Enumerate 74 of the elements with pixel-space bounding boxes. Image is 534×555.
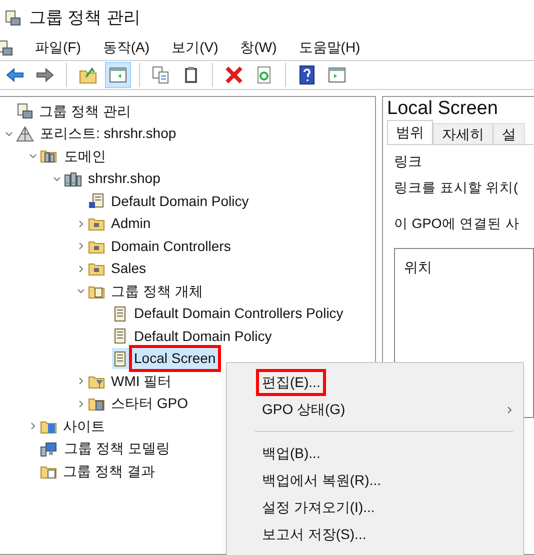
tree-item[interactable]: 그룹 정책 관리	[37, 100, 133, 122]
servers-icon	[40, 148, 58, 164]
tab[interactable]: 설	[493, 123, 525, 144]
folder-icon	[88, 284, 105, 299]
expand-chevron-icon[interactable]	[29, 422, 37, 430]
folder-icon	[88, 261, 105, 276]
folder-up-icon	[78, 65, 98, 85]
tree-item[interactable]: WMI 필터	[109, 370, 174, 392]
report-folder-icon	[40, 464, 57, 479]
servers-icon	[64, 170, 82, 187]
scroll-icon	[112, 350, 128, 367]
action-pane-icon	[327, 65, 347, 85]
expand-chevron-icon[interactable]	[77, 377, 85, 386]
expand-chevron-icon[interactable]	[77, 400, 85, 408]
tree-item[interactable]: Sales	[109, 258, 148, 280]
tree-item[interactable]: Admin	[109, 213, 153, 234]
menu-item[interactable]: 백업에서 복원(R)...	[259, 470, 384, 491]
tree-item[interactable]: shrshr.shop	[86, 168, 162, 190]
folder-icon	[88, 238, 105, 254]
collapse-chevron-icon[interactable]	[29, 152, 37, 160]
expand-chevron-icon[interactable]	[77, 242, 85, 250]
filter-folder-icon	[88, 374, 105, 389]
copy-icon	[151, 65, 171, 85]
forward-arrow-icon	[35, 65, 55, 85]
menu-item[interactable]: 편집(E)...	[259, 372, 324, 393]
collapse-chevron-icon[interactable]	[5, 130, 13, 138]
menu-item[interactable]: 보기(V)	[172, 37, 218, 58]
folder-icon	[88, 216, 105, 232]
tree-item[interactable]: 포리스트: shrshr.shop	[38, 123, 178, 144]
expand-chevron-icon[interactable]	[77, 264, 85, 273]
tab[interactable]: 자세히	[433, 123, 493, 144]
menu-item[interactable]: 동작(A)	[102, 37, 150, 58]
section-heading: 링크	[394, 152, 423, 171]
back-arrow-icon	[5, 65, 25, 85]
tree-item[interactable]: 사이트	[61, 416, 107, 437]
tree-item[interactable]: 스타터 GPO	[109, 393, 190, 414]
console-icon	[0, 40, 13, 56]
menu-item[interactable]: 도움말(H)	[298, 37, 360, 58]
site-folder-icon	[40, 418, 57, 434]
field-label: 이 GPO에 연결된 사	[394, 215, 520, 233]
toolbar-button[interactable]	[105, 62, 131, 88]
menu-item[interactable]: GPO 상태(G)	[259, 399, 348, 420]
console-tree-icon	[108, 65, 128, 85]
window-title: 그룹 정책 관리	[29, 6, 140, 29]
menu-item[interactable]: 백업(B)...	[259, 443, 324, 464]
folder-icon	[88, 396, 105, 412]
pane-title: Local Screen	[387, 97, 499, 121]
tree-item[interactable]: 도메인	[62, 146, 108, 167]
delete-icon	[224, 65, 244, 85]
tab[interactable]: 범위	[387, 120, 433, 144]
field-label: 링크를 표시할 위치(	[394, 179, 519, 197]
collapse-chevron-icon[interactable]	[53, 174, 61, 183]
tree-item[interactable]: Domain Controllers	[109, 236, 233, 257]
tree-item[interactable]: Default Domain Controllers Policy	[132, 303, 346, 324]
tree-item[interactable]: 그룹 정책 결과	[61, 460, 157, 482]
tree-item[interactable]: 그룹 정책 모델링	[62, 438, 172, 460]
help-icon	[297, 65, 317, 85]
triangle-icon	[16, 126, 34, 142]
column-header[interactable]: 위치	[404, 259, 432, 275]
tree-item[interactable]: Default Domain Policy	[109, 190, 251, 212]
scroll-icon	[112, 328, 128, 344]
tree-item[interactable]: 그룹 정책 개체	[109, 280, 205, 302]
console-icon	[16, 103, 33, 120]
menu-item[interactable]: 파일(F)	[35, 37, 81, 58]
menu-item[interactable]: 창(W)	[240, 37, 277, 58]
console-icon	[4, 10, 21, 26]
expand-chevron-icon[interactable]	[77, 220, 85, 228]
scroll-icon	[112, 306, 128, 322]
menu-item[interactable]: 보고서 저장(S)...	[259, 524, 370, 545]
tree-item[interactable]: Default Domain Policy	[132, 326, 274, 347]
computers-icon	[40, 440, 58, 457]
scroll-link-icon	[88, 193, 105, 210]
menu-item[interactable]: 설정 가져오기(I)...	[259, 497, 378, 518]
collapse-chevron-icon[interactable]	[77, 287, 85, 296]
